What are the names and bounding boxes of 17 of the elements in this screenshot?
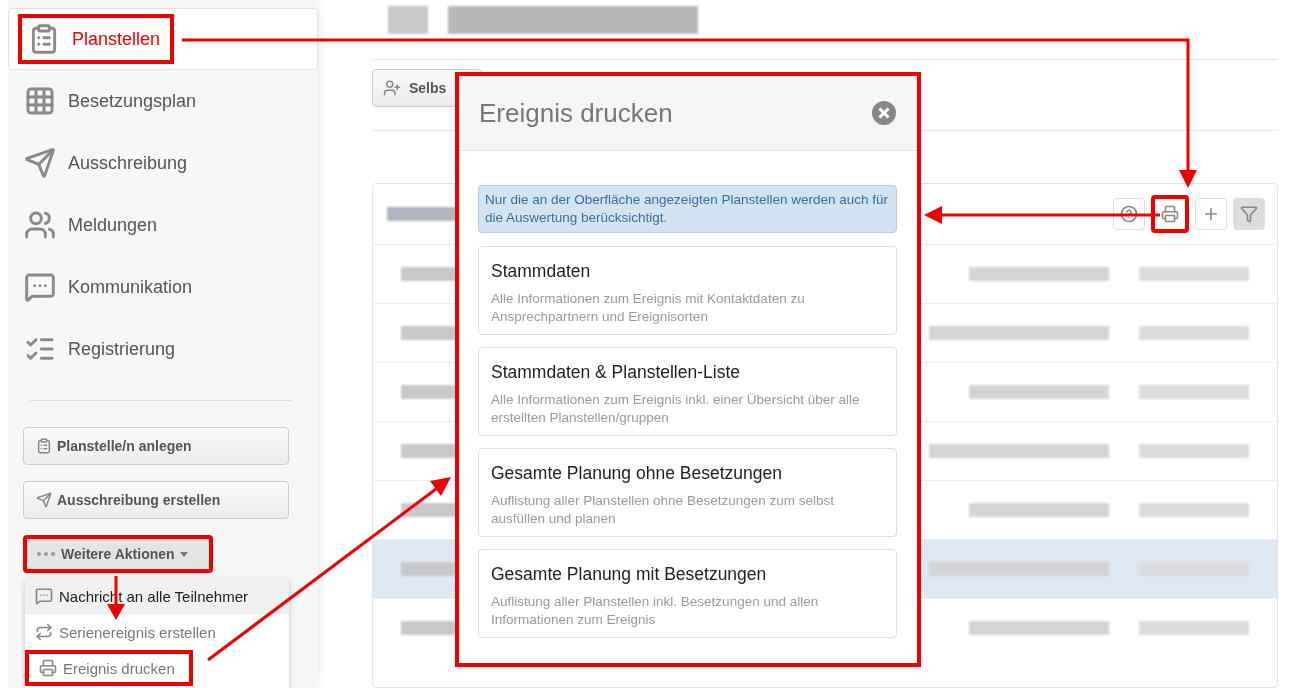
info-notice: Nur die an der Oberfläche angezeigten Planstellen werden auch für die Auswertung berücksichtigt. bbox=[478, 185, 897, 233]
dialog-title: Ereignis drucken bbox=[479, 97, 673, 129]
nav-item[interactable]: Meldungen bbox=[8, 194, 158, 256]
nav-item[interactable]: Kommunikation bbox=[8, 256, 193, 318]
print-option[interactable]: Stammdaten Alle Informationen zum Ereignis mit Kontaktdaten zu Ansprechpartnern und Ereignisorten bbox=[478, 246, 897, 335]
nav-item[interactable]: Ausschreibung bbox=[8, 132, 188, 194]
action-button[interactable]: Ausschreibung erstellen bbox=[23, 481, 289, 519]
nav-item[interactable]: Planstellen bbox=[18, 14, 175, 64]
nav-item[interactable]: Besetzungsplan bbox=[8, 70, 197, 132]
more-actions-button[interactable]: Weitere Aktionen bbox=[23, 535, 213, 573]
menu-item[interactable]: Serienereignis erstellen bbox=[25, 614, 289, 650]
action-button[interactable]: Planstelle/n anlegen bbox=[23, 427, 289, 465]
menu-item[interactable]: Ereignis drucken bbox=[25, 650, 193, 686]
nav-item[interactable]: Registrierung bbox=[8, 318, 176, 380]
print-option[interactable]: Gesamte Planung ohne Besetzungen Auflistung aller Planstellen ohne Besetzungen zum selbst ausfüllen und planen bbox=[478, 448, 897, 537]
print-option[interactable]: Gesamte Planung mit Besetzungen Auflistung aller Planstellen inkl. Besetzungen und allen Informationen zum Ereignis bbox=[478, 549, 897, 638]
print-option[interactable]: Stammdaten & Planstellen-Liste Alle Informationen zum Ereignis inkl. einer Übersicht über alle erstellten Planstellen/gruppen bbox=[478, 347, 897, 436]
